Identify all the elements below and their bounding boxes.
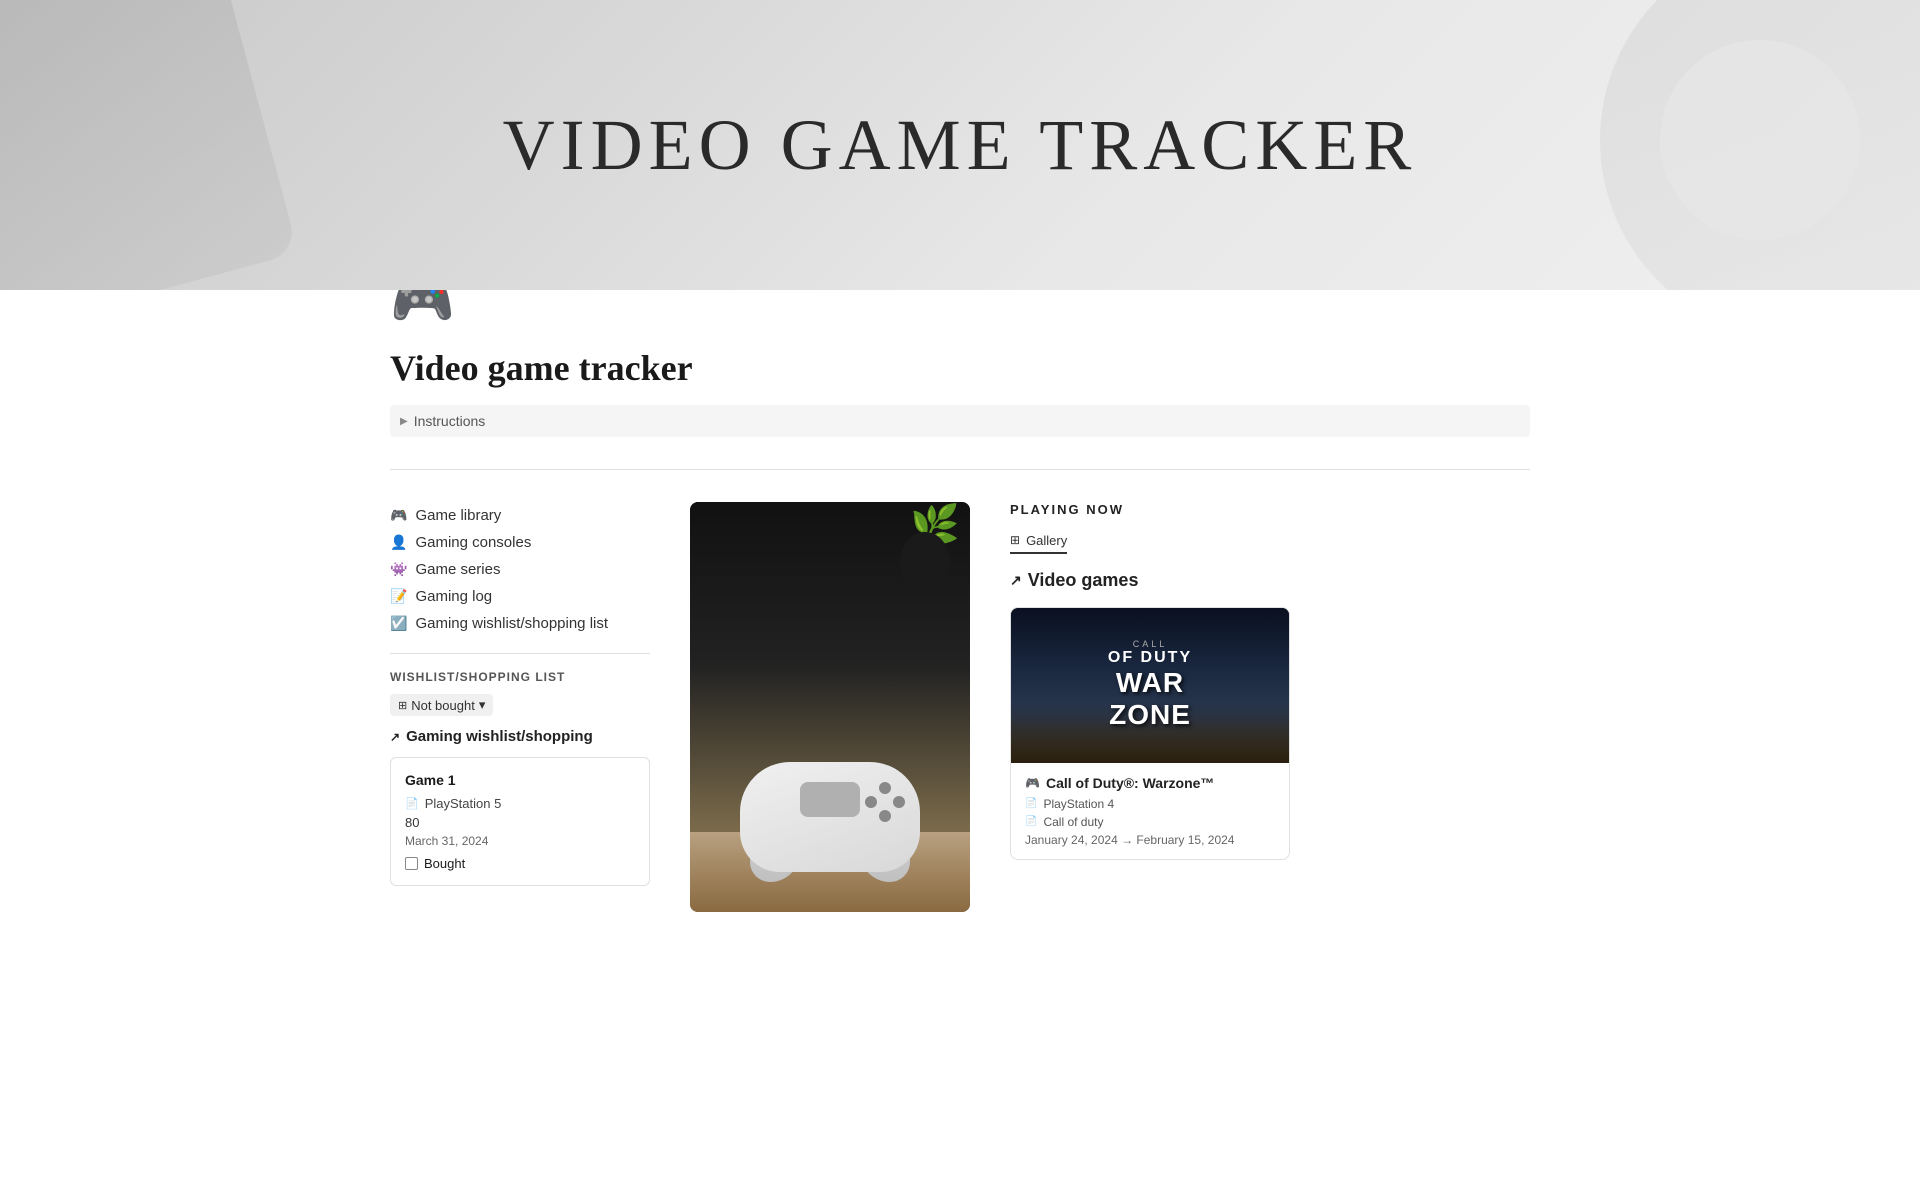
cod-title-area: CALL OF DUTY WAR ZONE xyxy=(1108,639,1192,731)
page-title: Video game tracker xyxy=(390,347,1530,389)
instructions-arrow-icon: ▶ xyxy=(400,416,408,427)
sidebar-label-gaming-consoles: Gaming consoles xyxy=(415,534,531,551)
wishlist-card-bought-row: Bought xyxy=(405,856,635,871)
wishlist-card-game-name: Game 1 xyxy=(405,772,635,788)
game-card-genre-row: 📄 Call of duty xyxy=(1025,815,1275,829)
gallery-grid-icon: ⊞ xyxy=(1010,533,1020,547)
game-series-icon: 👾 xyxy=(390,561,407,578)
nav-divider xyxy=(390,653,650,654)
controller-photo: 🌿 xyxy=(690,502,970,912)
game-card-genre: Call of duty xyxy=(1043,815,1103,829)
sidebar-item-gaming-log[interactable]: 📝 Gaming log xyxy=(390,583,650,610)
instructions-toggle[interactable]: ▶ Instructions xyxy=(390,405,1530,437)
wishlist-section-title: WISHLIST/SHOPPING LIST xyxy=(390,670,650,684)
controller-touchpad xyxy=(800,782,860,817)
wishlist-card-console-row: 📄 PlayStation 5 xyxy=(405,796,635,811)
controller-buttons xyxy=(865,782,905,822)
wishlist-game-card: Game 1 📄 PlayStation 5 80 March 31, 2024… xyxy=(390,757,650,886)
content-area: 🎮 Video game tracker ▶ Instructions 🎮 Ga… xyxy=(310,270,1610,912)
cod-of-duty-text: OF DUTY xyxy=(1108,649,1192,667)
gallery-tab-label: Gallery xyxy=(1026,533,1067,548)
controller-body xyxy=(740,762,920,872)
game-card-console: PlayStation 4 xyxy=(1043,797,1114,811)
wishlist-link-label: Gaming wishlist/shopping xyxy=(406,728,593,745)
game-card-cover-image: CALL OF DUTY WAR ZONE xyxy=(1011,608,1289,763)
game-card-name-text: Call of Duty®: Warzone™ xyxy=(1046,775,1214,791)
sidebar-label-game-series: Game series xyxy=(415,561,500,578)
cod-zone-text: ZONE xyxy=(1108,699,1192,731)
video-games-arrow-icon: ↗ xyxy=(1010,572,1022,589)
controller-btn-right xyxy=(893,796,905,808)
gaming-log-icon: 📝 xyxy=(390,588,407,605)
sidebar-item-gaming-consoles[interactable]: 👤 Gaming consoles xyxy=(390,529,650,556)
plant-decoration: 🌿 xyxy=(850,502,970,622)
gaming-consoles-icon: 👤 xyxy=(390,534,407,551)
gaming-wishlist-link[interactable]: ↗ Gaming wishlist/shopping xyxy=(390,728,650,745)
game-card-console-row: 📄 PlayStation 4 xyxy=(1025,797,1275,811)
sidebar-item-gaming-wishlist[interactable]: ☑️ Gaming wishlist/shopping list xyxy=(390,610,650,637)
game-card-doc-icon2: 📄 xyxy=(1025,816,1037,827)
filter-chevron-icon: ▾ xyxy=(479,697,486,713)
wishlist-section: WISHLIST/SHOPPING LIST ⊞ Not bought ▾ ↗ … xyxy=(390,670,650,886)
plant-pot xyxy=(900,532,950,592)
bought-label: Bought xyxy=(424,856,465,871)
video-games-link[interactable]: ↗ Video games xyxy=(1010,570,1530,591)
filter-grid-icon: ⊞ xyxy=(398,699,407,712)
game-card-doc-icon1: 📄 xyxy=(1025,798,1037,809)
sidebar-item-game-series[interactable]: 👾 Game series xyxy=(390,556,650,583)
sidebar-label-gaming-log: Gaming log xyxy=(415,588,492,605)
main-layout: 🎮 Game library 👤 Gaming consoles 👾 Game … xyxy=(390,502,1530,912)
instructions-label: Instructions xyxy=(414,413,486,429)
controller-btn-bottom xyxy=(879,810,891,822)
wishlist-card-date: March 31, 2024 xyxy=(405,834,635,848)
playing-now-title: PLAYING NOW xyxy=(1010,502,1530,517)
filter-chip-label: Not bought xyxy=(411,698,475,713)
sidebar-label-game-library: Game library xyxy=(415,507,501,524)
center-controller-image: 🌿 xyxy=(690,502,970,912)
bought-checkbox[interactable] xyxy=(405,857,418,870)
game-card-controller-icon: 🎮 xyxy=(1025,776,1040,790)
hero-title: VIDEO GAME TRACKER xyxy=(503,104,1418,187)
section-divider xyxy=(390,469,1530,470)
game-card-info: 🎮 Call of Duty®: Warzone™ 📄 PlayStation … xyxy=(1011,763,1289,859)
not-bought-filter[interactable]: ⊞ Not bought ▾ xyxy=(390,694,493,716)
hero-shape-left xyxy=(0,0,299,290)
game-card-main: CALL OF DUTY WAR ZONE 🎮 Call of Duty®: W… xyxy=(1010,607,1290,860)
wishlist-link-arrow-icon: ↗ xyxy=(390,730,400,744)
sidebar-label-gaming-wishlist: Gaming wishlist/shopping list xyxy=(415,615,608,632)
controller-btn-left xyxy=(865,796,877,808)
wishlist-card-doc-icon: 📄 xyxy=(405,797,419,810)
cod-warzone-text: WAR xyxy=(1108,667,1192,699)
game-library-icon: 🎮 xyxy=(390,507,407,524)
game-card-dates: January 24, 2024 → February 15, 2024 xyxy=(1025,833,1275,847)
cod-call-text: CALL xyxy=(1108,639,1192,649)
hero-banner: VIDEO GAME TRACKER xyxy=(0,0,1920,290)
wishlist-card-price: 80 xyxy=(405,815,635,830)
game-card-name: 🎮 Call of Duty®: Warzone™ xyxy=(1025,775,1275,791)
wishlist-card-console: PlayStation 5 xyxy=(425,796,502,811)
gallery-tab[interactable]: ⊞ Gallery xyxy=(1010,533,1067,554)
hero-shape-right2 xyxy=(1660,40,1860,240)
sidebar-item-game-library[interactable]: 🎮 Game library xyxy=(390,502,650,529)
right-panel: PLAYING NOW ⊞ Gallery ↗ Video games CALL… xyxy=(1010,502,1530,860)
controller-btn-top xyxy=(879,782,891,794)
left-nav: 🎮 Game library 👤 Gaming consoles 👾 Game … xyxy=(390,502,650,886)
gaming-wishlist-icon: ☑️ xyxy=(390,615,407,632)
ps5-controller-shape xyxy=(730,732,930,882)
video-games-link-label: Video games xyxy=(1028,570,1139,591)
